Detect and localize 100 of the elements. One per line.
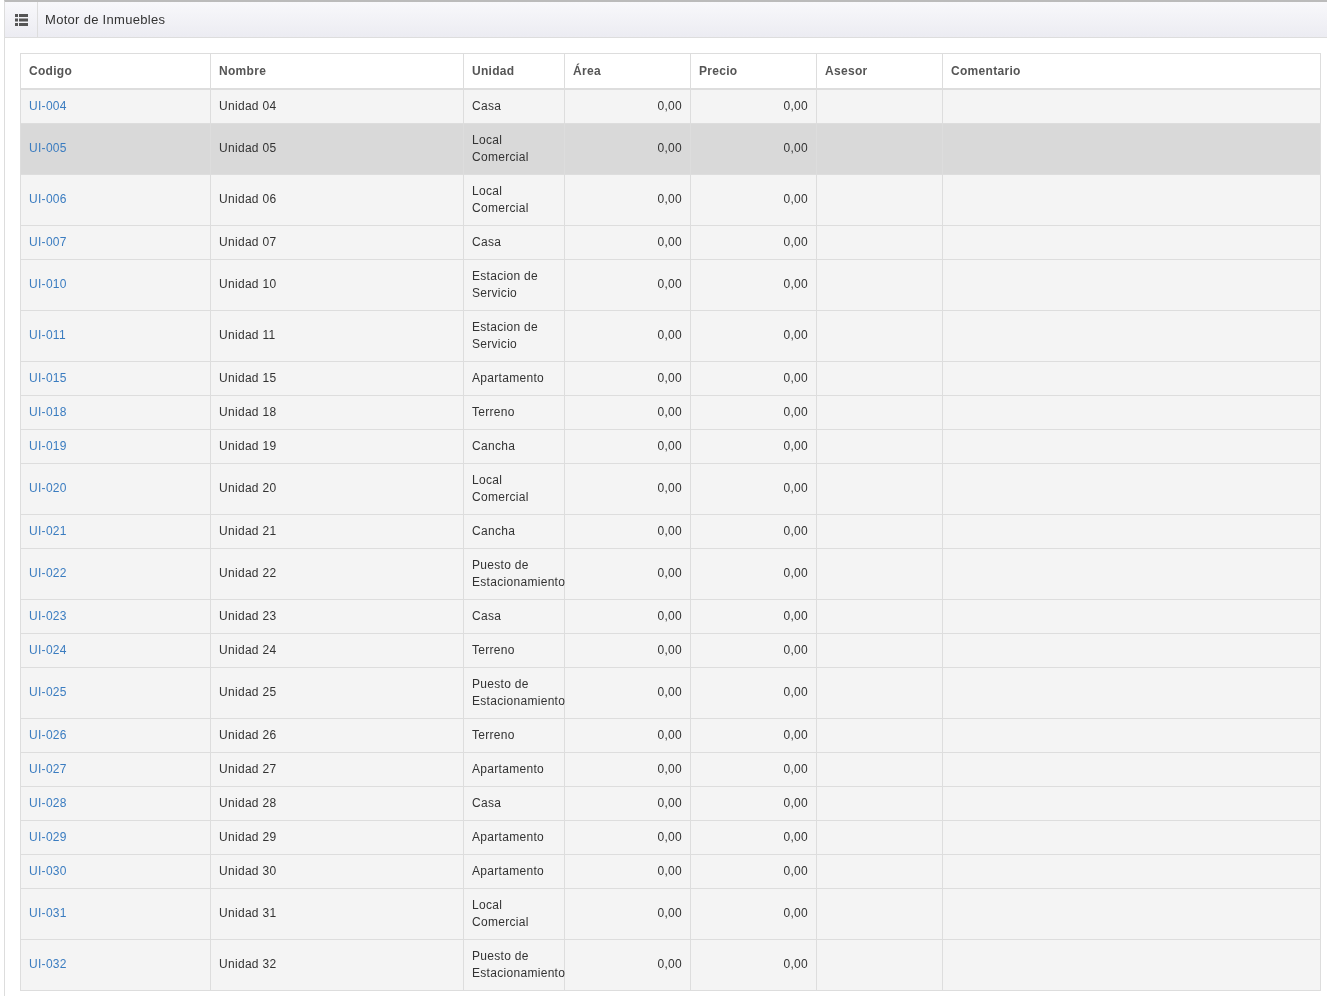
table-cell: Unidad 04 — [210, 88, 464, 123]
table-cell: Puesto de Estacionamiento — [463, 667, 565, 718]
table-cell: 0,00 — [564, 888, 691, 939]
table-cell: Local Comercial — [463, 123, 565, 174]
table-cell: 0,00 — [690, 752, 817, 786]
table-cell: 0,00 — [690, 939, 817, 990]
table-cell: 0,00 — [690, 225, 817, 259]
table-cell: 0,00 — [564, 259, 691, 310]
unit-code-link[interactable]: UI-005 — [29, 141, 67, 155]
table-cell: Cancha — [463, 514, 565, 548]
unit-code-link[interactable]: UI-030 — [29, 863, 67, 878]
table-cell: 0,00 — [690, 429, 817, 463]
table-cell: 0,00 — [564, 310, 691, 361]
table-cell: Estacion de Servicio — [463, 310, 565, 361]
table-cell: Unidad 20 — [210, 463, 464, 514]
column-header[interactable]: Codigo — [20, 53, 211, 89]
table-cell: Local Comercial — [463, 463, 565, 514]
unit-code-link[interactable]: UI-025 — [29, 685, 67, 699]
unit-code-link[interactable]: UI-029 — [29, 829, 67, 844]
table-cell: Unidad 30 — [210, 854, 464, 888]
table-cell: 0,00 — [690, 548, 817, 599]
column-header[interactable]: Precio — [690, 53, 817, 89]
unit-code-link[interactable]: UI-007 — [29, 234, 67, 249]
table-cell: 0,00 — [564, 429, 691, 463]
unit-code-link[interactable]: UI-031 — [29, 906, 67, 920]
table-cell: Unidad 29 — [210, 820, 464, 854]
unit-code-link[interactable]: UI-021 — [29, 523, 67, 538]
table-cell: Apartamento — [463, 854, 565, 888]
column-header[interactable]: Comentario — [942, 53, 1321, 89]
unit-code-link[interactable]: UI-023 — [29, 608, 67, 623]
table-cell: Local Comercial — [463, 174, 565, 225]
table-cell: 0,00 — [690, 463, 817, 514]
table-cell: Apartamento — [463, 361, 565, 395]
table-cell: 0,00 — [690, 667, 817, 718]
table-cell: 0,00 — [690, 514, 817, 548]
unit-code-link[interactable]: UI-006 — [29, 192, 67, 206]
table-cell: 0,00 — [564, 361, 691, 395]
table-cell: Unidad 28 — [210, 786, 464, 820]
table-cell: 0,00 — [690, 854, 817, 888]
table-cell: Unidad 06 — [210, 174, 464, 225]
table-cell: Estacion de Servicio — [463, 259, 565, 310]
table-cell: Unidad 10 — [210, 259, 464, 310]
table-cell: 0,00 — [564, 854, 691, 888]
table-cell: Unidad 31 — [210, 888, 464, 939]
table-cell: 0,00 — [690, 361, 817, 395]
table-cell: Terreno — [463, 718, 565, 752]
table-cell: Cancha — [463, 429, 565, 463]
table-cell: 0,00 — [690, 888, 817, 939]
table-cell: Casa — [463, 599, 565, 633]
unit-code-link[interactable]: UI-011 — [29, 328, 66, 342]
table-cell: Unidad 05 — [210, 123, 464, 174]
table-cell: 0,00 — [690, 633, 817, 667]
table-cell: Unidad 24 — [210, 633, 464, 667]
table-cell: 0,00 — [690, 310, 817, 361]
unit-code-link[interactable]: UI-032 — [29, 957, 67, 971]
table-cell: Puesto de Estacionamiento — [463, 548, 565, 599]
table-cell: Local Comercial — [463, 888, 565, 939]
unit-code-link[interactable]: UI-027 — [29, 761, 67, 776]
table-cell: Unidad 11 — [210, 310, 464, 361]
table-cell: Unidad 18 — [210, 395, 464, 429]
unit-code-link[interactable]: UI-010 — [29, 277, 67, 291]
table-cell: 0,00 — [564, 820, 691, 854]
column-header[interactable]: Área — [564, 53, 691, 89]
unit-code-link[interactable]: UI-020 — [29, 481, 67, 495]
page-title: Motor de Inmuebles — [44, 10, 166, 29]
unit-code-link[interactable]: UI-019 — [29, 438, 67, 453]
unit-code-link[interactable]: UI-015 — [29, 370, 67, 385]
table-cell: 0,00 — [564, 514, 691, 548]
table-cell: Terreno — [463, 633, 565, 667]
column-header[interactable]: Nombre — [210, 53, 464, 89]
table-cell: 0,00 — [690, 786, 817, 820]
table-cell: 0,00 — [690, 395, 817, 429]
table-cell: 0,00 — [564, 667, 691, 718]
table-cell: Unidad 19 — [210, 429, 464, 463]
table-cell: 0,00 — [564, 123, 691, 174]
table-cell: 0,00 — [564, 395, 691, 429]
unit-code-link[interactable]: UI-018 — [29, 404, 67, 419]
table-cell: 0,00 — [690, 599, 817, 633]
unit-code-link[interactable]: UI-024 — [29, 642, 67, 657]
table-cell: 0,00 — [690, 174, 817, 225]
column-header[interactable]: Unidad — [463, 53, 565, 89]
table-cell: Unidad 15 — [210, 361, 464, 395]
table-cell: 0,00 — [690, 88, 817, 123]
table-cell: 0,00 — [690, 820, 817, 854]
table-cell: 0,00 — [564, 88, 691, 123]
unit-code-link[interactable]: UI-026 — [29, 727, 67, 742]
table-cell: 0,00 — [564, 225, 691, 259]
table-cell: Unidad 25 — [210, 667, 464, 718]
table-cell: Unidad 07 — [210, 225, 464, 259]
unit-code-link[interactable]: UI-004 — [29, 98, 67, 113]
column-header[interactable]: Asesor — [816, 53, 943, 89]
table-cell: 0,00 — [564, 463, 691, 514]
unit-code-link[interactable]: UI-028 — [29, 795, 67, 810]
table-cell: Unidad 27 — [210, 752, 464, 786]
table-cell: 0,00 — [564, 939, 691, 990]
table-cell: Terreno — [463, 395, 565, 429]
table-cell: 0,00 — [564, 548, 691, 599]
unit-code-link[interactable]: UI-022 — [29, 566, 67, 580]
table-cell: Unidad 22 — [210, 548, 464, 599]
table-cell: Casa — [463, 786, 565, 820]
